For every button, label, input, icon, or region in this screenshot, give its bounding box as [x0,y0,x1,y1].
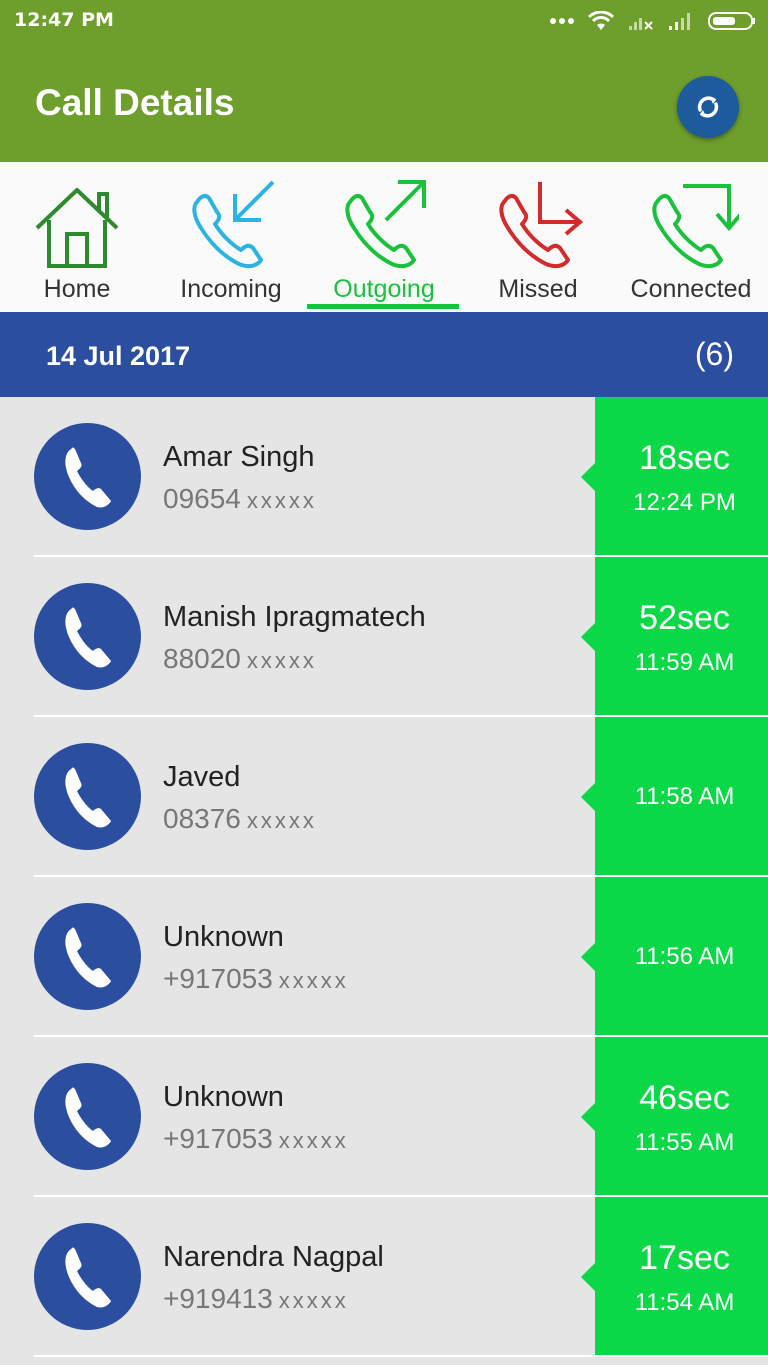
tab-label: Outgoing [333,275,435,303]
caller-name: Narendra Nagpal [163,1241,384,1273]
caller-name: Amar Singh [163,441,315,473]
home-icon [35,188,119,268]
number-prefix: +917053 [163,963,273,994]
phone-icon [64,767,111,828]
phone-icon [64,607,111,668]
tab-incoming[interactable]: Incoming [154,162,308,312]
number-prefix: +919413 [163,1283,273,1314]
call-count: (6) [694,336,734,372]
tab-outgoing[interactable]: Outgoing [307,162,461,312]
date-header: 14 Jul 2017 (6) [0,312,768,397]
number-prefix: +917053 [163,1123,273,1154]
caller-number: +917053 xxxxx [163,963,349,995]
caller-name: Unknown [163,921,284,953]
call-time: 12:24 PM [633,489,736,516]
tab-bar: Home Incoming Outgoing Missed Connected [0,162,768,312]
duration-panel: 46sec 11:55 AM [581,1037,768,1197]
avatar [34,423,141,530]
call-duration: 17sec [639,1239,730,1277]
number-masked: xxxxx [246,488,317,513]
list-item[interactable]: Amar Singh 09654 xxxxx 18sec 12:24 PM [0,397,768,557]
tab-label: Incoming [180,275,282,303]
call-duration: 46sec [639,1079,730,1117]
caller-number: +919413 xxxxx [163,1283,349,1315]
call-duration: 52sec [639,599,730,637]
more-dots-icon [550,18,574,24]
status-bar: 12:47 PM [0,0,768,42]
avatar [34,1223,141,1330]
caller-name: Manish Ipragmatech [163,601,426,633]
call-duration: 18sec [639,439,730,477]
caller-number: 08376 xxxxx [163,803,317,835]
status-icons [550,10,756,32]
call-time: 11:59 AM [634,649,735,676]
list-item[interactable]: Unknown +917053 xxxxx 46sec 11:55 AM [0,1037,768,1197]
tab-home[interactable]: Home [0,162,154,312]
phone-icon [64,927,111,988]
refresh-icon [697,96,719,118]
list-item[interactable]: Javed 08376 xxxxx 11:58 AM [0,717,768,877]
phone-icon [64,1087,111,1148]
divider [34,1355,768,1357]
incoming-call-icon [192,180,275,269]
call-time: 11:54 AM [634,1289,735,1316]
caller-number: 88020 xxxxx [163,643,317,675]
app-bar: Call Details [0,42,768,162]
active-tab-indicator [307,304,459,309]
wifi-icon [588,11,614,30]
call-time: 11:55 AM [634,1129,735,1156]
number-prefix: 88020 [163,643,241,674]
caller-number: 09654 xxxxx [163,483,317,515]
caller-name: Unknown [163,1081,284,1113]
caller-name: Javed [163,761,241,793]
battery-icon [708,12,755,30]
list-item[interactable]: Manish Ipragmatech 88020 xxxxx 52sec 11:5… [0,557,768,717]
list-item[interactable]: Unknown +917053 xxxxx 11:56 AM [0,877,768,1037]
caller-number: +917053 xxxxx [163,1123,349,1155]
avatar [34,583,141,690]
avatar [34,743,141,850]
tab-missed[interactable]: Missed [461,162,615,312]
signal-x-icon [629,18,653,30]
phone-icon [64,447,111,508]
number-masked: xxxxx [246,808,317,833]
avatar [34,1063,141,1170]
tab-connected[interactable]: Connected [614,162,768,312]
list-item[interactable]: Narendra Nagpal +919413 xxxxx 17sec 11:54… [0,1197,768,1357]
tab-label: Connected [630,275,752,303]
date-label: 14 Jul 2017 [46,341,191,371]
call-list: Amar Singh 09654 xxxxx 18sec 12:24 PM Man… [0,397,768,1357]
phone-icon [64,1247,111,1308]
duration-panel: 11:58 AM [581,717,768,877]
number-masked: xxxxx [278,968,349,993]
tab-label: Home [43,275,111,303]
avatar [34,903,141,1010]
number-masked: xxxxx [278,1128,349,1153]
number-prefix: 09654 [163,483,241,514]
duration-panel: 18sec 12:24 PM [581,397,768,557]
duration-panel: 52sec 11:59 AM [581,557,768,717]
status-time: 12:47 PM [14,9,114,31]
tab-label: Missed [498,275,578,303]
number-masked: xxxxx [278,1288,349,1313]
outgoing-call-icon [345,180,426,269]
call-time: 11:58 AM [634,783,735,810]
page-title: Call Details [35,82,235,123]
duration-panel: 11:56 AM [581,877,768,1037]
signal-icon [669,13,690,30]
call-time: 11:56 AM [634,943,735,970]
number-prefix: 08376 [163,803,241,834]
connected-call-icon [652,184,739,269]
missed-call-icon [499,182,584,269]
refresh-button[interactable] [677,76,739,138]
duration-panel: 17sec 11:54 AM [581,1197,768,1357]
number-masked: xxxxx [246,648,317,673]
